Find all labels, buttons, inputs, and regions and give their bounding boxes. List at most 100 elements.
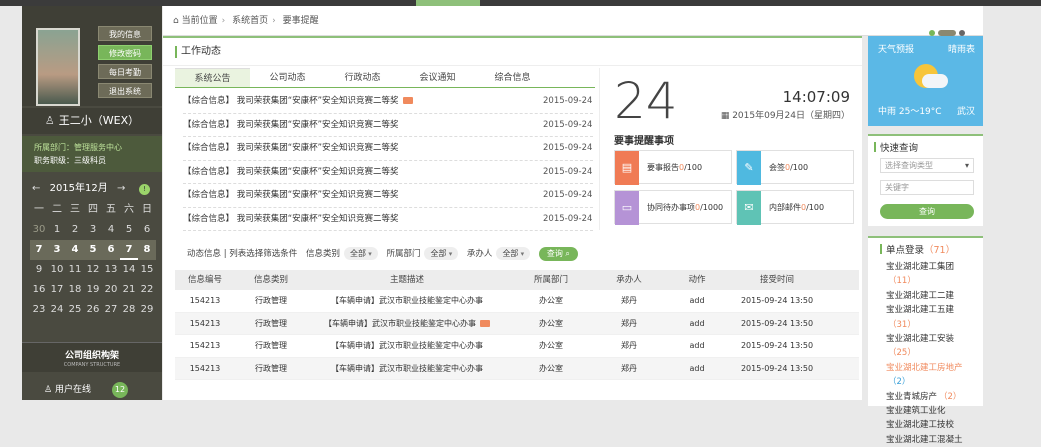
calendar-day[interactable]: 30 — [30, 220, 48, 240]
sso-item[interactable]: 宝业青城房产 （2） — [886, 390, 983, 404]
news-title[interactable]: 【综合信息】 我司荣获集团“安康杯”安全知识竞赛二等奖 — [183, 208, 543, 231]
sso-name[interactable]: 宝业湖北建工混凝土 — [886, 435, 963, 445]
theme-dot[interactable] — [959, 29, 965, 36]
sso-name[interactable]: 宝业建筑工业化 — [886, 406, 946, 416]
sso-name[interactable]: 宝业湖北建工房地产 — [886, 363, 963, 373]
news-title[interactable]: 【综合信息】 我司荣获集团“安康杯”安全知识竞赛二等奖 — [183, 184, 543, 207]
alert-card-countersign[interactable]: ✎ 会签0/100 — [736, 150, 854, 185]
news-item[interactable]: 【综合信息】 我司荣获集团“安康杯”安全知识竞赛二等奖 2015-09-24 — [183, 114, 593, 137]
table-row[interactable]: 154213 行政管理 【车辆申请】武汉市职业技能鉴定中心办事 办公室 郑丹 add 201… — [175, 312, 859, 336]
calendar-day[interactable]: 6 — [102, 240, 120, 260]
calendar-day[interactable]: 14 — [120, 260, 138, 280]
calendar-day[interactable]: 22 — [138, 280, 156, 300]
calendar-day[interactable]: 20 — [102, 280, 120, 300]
tab-system-notice[interactable]: 系统公告 — [175, 68, 250, 87]
tab-company-news[interactable]: 公司动态 — [250, 68, 325, 87]
daily-attendance-button[interactable]: 每日考勤 — [98, 64, 152, 79]
sso-item[interactable]: 宝业湖北建工混凝土 — [886, 433, 983, 447]
news-title[interactable]: 【综合信息】 我司荣获集团“安康杯”安全知识竞赛二等奖 — [183, 114, 543, 137]
home-icon[interactable]: ⌂ — [173, 16, 179, 26]
my-info-button[interactable]: 我的信息 — [98, 26, 152, 41]
theme-dot[interactable] — [938, 29, 956, 36]
sso-item[interactable]: 宝业建筑工业化 — [886, 404, 983, 418]
news-title[interactable]: 【综合信息】 我司荣获集团“安康杯”安全知识竞赛二等奖 — [183, 161, 543, 184]
sso-item[interactable]: 宝业湖北建工技校 — [886, 418, 983, 432]
prev-month-icon[interactable]: ← — [32, 183, 40, 194]
rainy-link[interactable]: 晴雨表 — [948, 42, 975, 55]
tab-general-info[interactable]: 综合信息 — [475, 68, 550, 87]
keyword-input[interactable]: 关键字 — [880, 180, 974, 195]
calendar-day[interactable]: 29 — [138, 300, 156, 320]
tab-meeting-notice[interactable]: 会议通知 — [400, 68, 475, 87]
query-type-select[interactable]: 选择查询类型 ▾ — [880, 158, 974, 173]
news-item[interactable]: 【综合信息】 我司荣获集团“安康杯”安全知识竞赛二等奖 2015-09-24 — [183, 208, 593, 231]
calendar-day[interactable]: 4 — [102, 220, 120, 240]
calendar-alert-icon[interactable]: ! — [139, 184, 150, 195]
news-item[interactable]: 【综合信息】 我司荣获集团“安康杯”安全知识竞赛二等奖 2015-09-24 — [183, 161, 593, 184]
calendar-day[interactable]: 17 — [48, 280, 66, 300]
calendar-day[interactable]: 16 — [30, 280, 48, 300]
news-title[interactable]: 【综合信息】 我司荣获集团“安康杯”安全知识竞赛二等奖 — [183, 137, 543, 160]
calendar-day[interactable]: 9 — [30, 260, 48, 280]
sso-item[interactable]: 宝业湖北建工房地产 （2） — [886, 361, 983, 390]
news-item[interactable]: 【综合信息】 我司荣获集团“安康杯”安全知识竞赛二等奖 2015-09-24 — [183, 137, 593, 161]
sso-name[interactable]: 宝业青城房产 — [886, 392, 937, 402]
table-row[interactable]: 154213 行政管理 【车辆申请】武汉市职业技能鉴定中心办事 办公室 郑丹 add 201… — [175, 357, 859, 381]
sso-item[interactable]: 宝业湖北建工二建 — [886, 289, 983, 303]
calendar-day[interactable]: 3 — [48, 240, 66, 260]
news-title[interactable]: 【综合信息】 我司荣获集团“安康杯”安全知识竞赛二等奖 — [183, 96, 399, 106]
table-row[interactable]: 154213 行政管理 【车辆申请】武汉市职业技能鉴定中心办事 办公室 郑丹 add 201… — [175, 335, 859, 358]
quick-search-button[interactable]: 查询 — [880, 204, 974, 219]
alert-card-todo[interactable]: ▭ 协同待办事项0/1000 — [614, 190, 732, 225]
org-structure[interactable]: 公司组织构架 COMPANY STRUCTURE — [22, 342, 162, 372]
calendar-day[interactable]: 2 — [66, 220, 84, 240]
table-cell[interactable]: 【车辆申请】武汉市职业技能鉴定中心办事 — [307, 313, 507, 336]
theme-dot[interactable] — [929, 29, 935, 36]
news-item[interactable]: 【综合信息】 我司荣获集团“安康杯”安全知识竞赛二等奖 2015-09-24 — [183, 184, 593, 208]
sso-name[interactable]: 宝业湖北建工安装 — [886, 334, 954, 344]
news-item[interactable]: 【综合信息】 我司荣获集团“安康杯”安全知识竞赛二等奖 2015-09-24 — [183, 90, 593, 114]
tab-admin-news[interactable]: 行政动态 — [325, 68, 400, 87]
calendar-day[interactable]: 3 — [84, 220, 102, 240]
table-cell[interactable]: 【车辆申请】武汉市职业技能鉴定中心办事 — [307, 358, 507, 381]
calendar-day[interactable]: 7 — [120, 240, 138, 260]
table-cell[interactable]: 【车辆申请】武汉市职业技能鉴定中心办事 — [307, 290, 507, 313]
dept-select[interactable]: 全部 — [424, 247, 459, 260]
calendar-day[interactable]: 11 — [66, 260, 84, 280]
sso-name[interactable]: 宝业湖北建工技校 — [886, 420, 954, 430]
calendar-day[interactable]: 26 — [84, 300, 102, 320]
table-row[interactable]: 154213 行政管理 【车辆申请】武汉市职业技能鉴定中心办事 办公室 郑丹 add 201… — [175, 290, 859, 313]
calendar-day[interactable]: 21 — [120, 280, 138, 300]
calendar-day[interactable]: 28 — [120, 300, 138, 320]
sso-name[interactable]: 宝业湖北建工二建 — [886, 291, 954, 301]
calendar-day[interactable]: 24 — [48, 300, 66, 320]
sso-item[interactable]: 宝业湖北建工安装 （25） — [886, 332, 983, 361]
calendar-day[interactable]: 19 — [84, 280, 102, 300]
calendar-day[interactable]: 4 — [66, 240, 84, 260]
alert-card-report[interactable]: ▤ 要事报告0/100 — [614, 150, 732, 185]
query-button[interactable]: 查询 ⌕ — [538, 247, 578, 261]
logout-button[interactable]: 退出系统 — [98, 83, 152, 98]
calendar-day[interactable]: 23 — [30, 300, 48, 320]
sso-item[interactable]: 宝业湖北建工五建 （31） — [886, 303, 983, 332]
alert-card-mail[interactable]: ✉ 内部邮件0/100 — [736, 190, 854, 225]
type-select[interactable]: 全部 — [344, 247, 378, 260]
owner-select[interactable]: 全部 — [496, 247, 531, 260]
calendar-day[interactable]: 15 — [138, 260, 156, 280]
calendar-day[interactable]: 5 — [120, 220, 138, 240]
calendar-day[interactable]: 7 — [30, 240, 48, 260]
breadcrumb-item[interactable]: 系统首页 — [232, 16, 268, 26]
sso-item[interactable]: 宝业湖北建工集团 （11） — [886, 260, 983, 289]
sso-name[interactable]: 宝业湖北建工五建 — [886, 305, 954, 315]
calendar-day[interactable]: 27 — [102, 300, 120, 320]
table-cell[interactable]: 【车辆申请】武汉市职业技能鉴定中心办事 — [307, 335, 507, 358]
online-users[interactable]: ♙ 用户在线 12 — [22, 378, 162, 402]
calendar-day[interactable]: 8 — [138, 240, 156, 260]
calendar-day[interactable]: 5 — [84, 240, 102, 260]
next-month-icon[interactable]: → — [117, 183, 125, 194]
calendar-day[interactable]: 10 — [48, 260, 66, 280]
calendar-day[interactable]: 13 — [102, 260, 120, 280]
table-cell-text[interactable]: 【车辆申请】武汉市职业技能鉴定中心办事 — [324, 319, 476, 328]
calendar-day[interactable]: 6 — [138, 220, 156, 240]
calendar-day[interactable]: 1 — [48, 220, 66, 240]
